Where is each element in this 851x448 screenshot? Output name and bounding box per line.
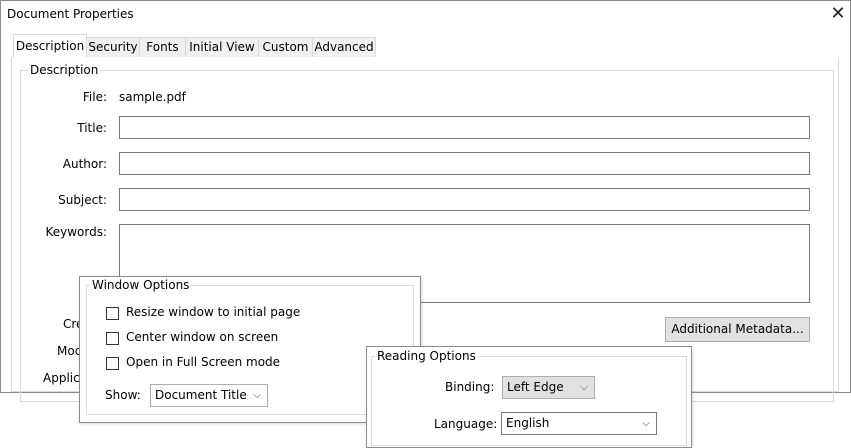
resize-window-label: Resize window to initial page: [126, 305, 301, 319]
chevron-down-icon: ⌵: [642, 418, 650, 429]
keywords-label: Keywords:: [45, 225, 107, 239]
chevron-down-icon: ⌵: [580, 382, 588, 393]
show-dropdown[interactable]: Document Title ⌵: [150, 384, 268, 407]
language-label: Language:: [434, 417, 498, 431]
tab-custom[interactable]: Custom: [258, 37, 313, 57]
show-dropdown-value: Document Title: [155, 388, 247, 402]
title-bar[interactable]: Document Properties ✕: [1, 1, 850, 29]
chevron-down-icon: ⌵: [253, 390, 261, 401]
reading-options-label: Reading Options: [375, 349, 478, 363]
title-label: Title:: [77, 121, 107, 135]
language-dropdown[interactable]: English ⌵: [501, 412, 657, 435]
full-screen-label: Open in Full Screen mode: [126, 355, 281, 369]
window-options-label: Window Options: [90, 278, 192, 292]
window-title: Document Properties: [7, 7, 134, 21]
tab-advanced[interactable]: Advanced: [312, 37, 376, 57]
tab-security[interactable]: Security: [86, 37, 140, 57]
binding-dropdown[interactable]: Left Edge ⌵: [502, 376, 595, 399]
title-input[interactable]: [119, 116, 810, 139]
center-window-checkbox[interactable]: [106, 332, 119, 345]
full-screen-checkbox[interactable]: [106, 357, 119, 370]
resize-window-checkbox[interactable]: [106, 307, 119, 320]
tab-description[interactable]: Description: [13, 34, 87, 58]
tab-initial-view[interactable]: Initial View: [185, 37, 259, 57]
tab-fonts[interactable]: Fonts: [139, 37, 186, 57]
file-label: File:: [82, 90, 107, 104]
reading-options-panel: Reading Options Binding: Left Edge ⌵ Lan…: [366, 346, 692, 448]
author-input[interactable]: [119, 152, 810, 175]
additional-metadata-button[interactable]: Additional Metadata...: [665, 317, 810, 342]
file-value: sample.pdf: [119, 90, 186, 104]
subject-input[interactable]: [119, 188, 810, 211]
language-dropdown-value: English: [506, 416, 550, 430]
center-window-label: Center window on screen: [126, 330, 279, 344]
description-group-label: Description: [28, 63, 101, 77]
binding-label: Binding:: [445, 380, 495, 394]
show-label: Show:: [105, 388, 141, 402]
author-label: Author:: [62, 157, 107, 171]
subject-label: Subject:: [58, 193, 107, 207]
binding-dropdown-value: Left Edge: [507, 380, 564, 394]
close-icon[interactable]: ✕: [827, 4, 849, 26]
